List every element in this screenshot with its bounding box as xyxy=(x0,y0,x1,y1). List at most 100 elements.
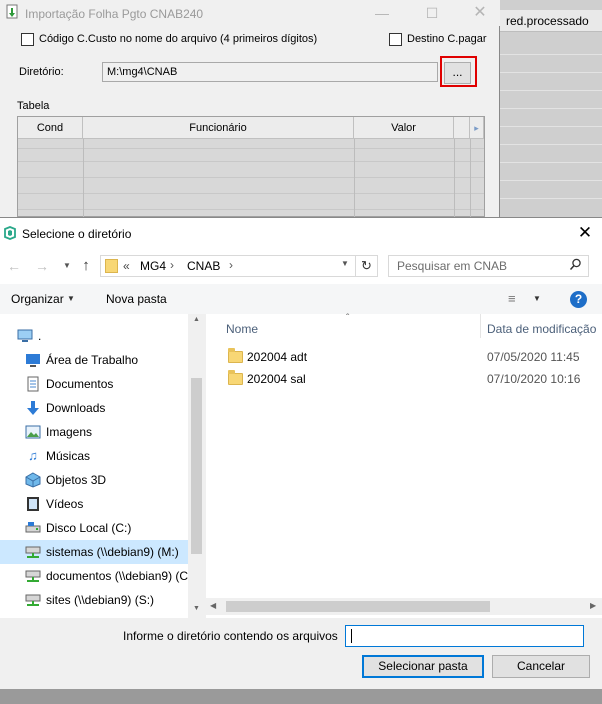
close-icon[interactable]: ✕ xyxy=(464,2,496,24)
row-line xyxy=(500,108,602,109)
organize-menu[interactable]: Organizar xyxy=(11,292,64,306)
nav-item-sistemas[interactable]: sistemas (\\debian9) (M:) xyxy=(0,540,188,564)
nav-item-label: Documentos xyxy=(46,377,114,391)
chevron-right-icon[interactable]: › xyxy=(229,258,233,272)
file-row[interactable]: 202004 sal 07/10/2020 10:16 xyxy=(226,368,602,390)
chevron-down-icon[interactable]: ▼ xyxy=(533,294,541,303)
grid-row-line xyxy=(18,193,484,194)
up-arrow-icon[interactable]: ↑ xyxy=(77,257,95,275)
nav-item-local-disk[interactable]: Disco Local (C:) xyxy=(0,516,188,540)
view-options-icon[interactable]: ≡ xyxy=(508,291,516,306)
dialog-titlebar: Selecione o diretório ✕ xyxy=(0,218,602,248)
column-header-name[interactable]: Nome xyxy=(226,322,258,336)
sort-ascending-icon: ˆ xyxy=(346,313,350,324)
chevron-right-icon[interactable]: › xyxy=(170,258,174,272)
refresh-icon[interactable]: ↻ xyxy=(356,255,378,277)
row-line xyxy=(500,90,602,91)
scroll-right-icon[interactable]: ▶ xyxy=(590,601,596,610)
scroll-down-icon[interactable]: ▼ xyxy=(193,605,200,612)
cancel-button[interactable]: Cancelar xyxy=(492,655,590,678)
forward-arrow-icon[interactable]: → xyxy=(33,257,51,275)
breadcrumb-item-cnab[interactable]: CNAB xyxy=(187,259,220,273)
nav-item-downloads[interactable]: Downloads xyxy=(0,396,188,420)
nav-item-music[interactable]: ♫ Músicas xyxy=(0,444,188,468)
grid-col-line xyxy=(83,139,84,217)
objects3d-icon xyxy=(25,472,41,488)
custo-checkbox-label: Código C.Custo no nome do arquivo (4 pri… xyxy=(39,33,318,45)
nav-item-label: sistemas (\\debian9) (M:) xyxy=(46,545,179,559)
hscroll-thumb[interactable] xyxy=(226,601,490,612)
images-icon xyxy=(25,424,41,440)
close-icon[interactable]: ✕ xyxy=(570,222,600,244)
row-line xyxy=(500,180,602,181)
select-folder-dialog: Selecione o diretório ✕ ← → ▼ ↑ « MG4 › … xyxy=(0,217,602,689)
address-bar[interactable]: « MG4 › CNAB › ▼ xyxy=(100,255,356,277)
nav-item-label: sites (\\debian9) (S:) xyxy=(46,593,155,607)
grid-row-line xyxy=(18,148,484,149)
grid-col-line xyxy=(454,139,455,217)
new-folder-button[interactable]: Nova pasta xyxy=(106,292,167,306)
search-icon[interactable] xyxy=(569,258,582,274)
nav-item-computer[interactable]: . xyxy=(0,324,188,348)
grid-header-funcionario[interactable]: Funcionário xyxy=(83,117,354,139)
nav-item-label: Disco Local (C:) xyxy=(46,521,132,535)
custo-checkbox[interactable] xyxy=(21,33,34,46)
network-drive-icon xyxy=(25,544,41,560)
grid-col-line xyxy=(354,139,355,217)
diretorio-input[interactable]: M:\mg4\CNAB xyxy=(102,62,438,82)
maximize-icon[interactable]: ☐ xyxy=(416,2,448,24)
destino-checkbox[interactable] xyxy=(389,33,402,46)
network-drive-icon xyxy=(25,568,41,584)
computer-icon xyxy=(17,328,33,344)
nav-item-objects3d[interactable]: Objetos 3D xyxy=(0,468,188,492)
recent-dropdown-icon[interactable]: ▼ xyxy=(58,257,76,275)
scroll-left-icon[interactable]: ◀ xyxy=(210,601,216,610)
row-line xyxy=(500,126,602,127)
file-list-hscrollbar[interactable]: ◀ ▶ xyxy=(206,598,602,615)
chevron-down-icon[interactable]: ▼ xyxy=(67,294,75,303)
tabela-label: Tabela xyxy=(17,100,50,112)
row-line xyxy=(500,144,602,145)
nav-item-sites-drive[interactable]: sites (\\debian9) (S:) xyxy=(0,588,188,612)
grid-row-line xyxy=(18,161,484,162)
grid-scroll-right-icon[interactable]: ▸ xyxy=(470,117,484,139)
back-arrow-icon[interactable]: ← xyxy=(5,257,23,275)
dialog-footer: Informe o diretório contendo os arquivos… xyxy=(0,618,602,689)
tabela-grid: Cond Funcionário Valor ▸ xyxy=(17,116,485,217)
grid-header-cond[interactable]: Cond xyxy=(18,117,83,139)
nav-item-desktop[interactable]: Área de Trabalho xyxy=(0,348,188,372)
destino-checkbox-label: Destino C.pagar xyxy=(407,33,487,45)
nav-pane-scroll-thumb[interactable] xyxy=(191,378,202,554)
breadcrumb-overflow[interactable]: « xyxy=(123,259,130,273)
file-modified: 07/05/2020 11:45 xyxy=(487,350,580,364)
file-row[interactable]: 202004 adt 07/05/2020 11:45 xyxy=(226,346,602,368)
breadcrumb-item-mg4[interactable]: MG4 xyxy=(140,259,166,273)
folder-path-input[interactable] xyxy=(345,625,584,647)
select-folder-button[interactable]: Selecionar pasta xyxy=(362,655,484,678)
file-list: ˆ Nome Data de modificação 202004 adt 07… xyxy=(206,313,602,618)
background-titlebar: Importação Folha Pgto CNAB240 — ☐ ✕ xyxy=(0,0,500,26)
nav-item-documentos-drive[interactable]: documentos (\\debian9) (C xyxy=(0,564,188,588)
nav-item-label: Objetos 3D xyxy=(46,473,107,487)
nav-item-videos[interactable]: Vídeos xyxy=(0,492,188,516)
nav-item-documents[interactable]: Documentos xyxy=(0,372,188,396)
chevron-down-icon[interactable]: ▼ xyxy=(341,259,349,268)
row-line xyxy=(500,198,602,199)
nav-item-images[interactable]: Imagens xyxy=(0,420,188,444)
browse-highlight-box xyxy=(440,56,477,87)
minimize-icon[interactable]: — xyxy=(366,2,398,24)
folder-icon xyxy=(228,370,243,385)
file-name: 202004 adt xyxy=(247,350,308,364)
nav-item-label: Músicas xyxy=(46,449,91,463)
file-modified: 07/10/2020 10:16 xyxy=(487,372,581,386)
navigation-pane: . Área de Trabalho Documentos Downloads … xyxy=(0,314,205,618)
network-drive-icon xyxy=(25,592,41,608)
grid-header-valor[interactable]: Valor xyxy=(354,117,454,139)
right-grid-header[interactable]: red.processado xyxy=(500,10,602,32)
search-box[interactable]: Pesquisar em CNAB xyxy=(388,255,589,277)
column-divider xyxy=(480,314,481,338)
help-icon[interactable]: ? xyxy=(570,291,587,308)
scroll-up-icon[interactable]: ▲ xyxy=(193,316,200,323)
folder-icon xyxy=(228,348,243,363)
column-header-modified[interactable]: Data de modificação xyxy=(487,322,596,336)
